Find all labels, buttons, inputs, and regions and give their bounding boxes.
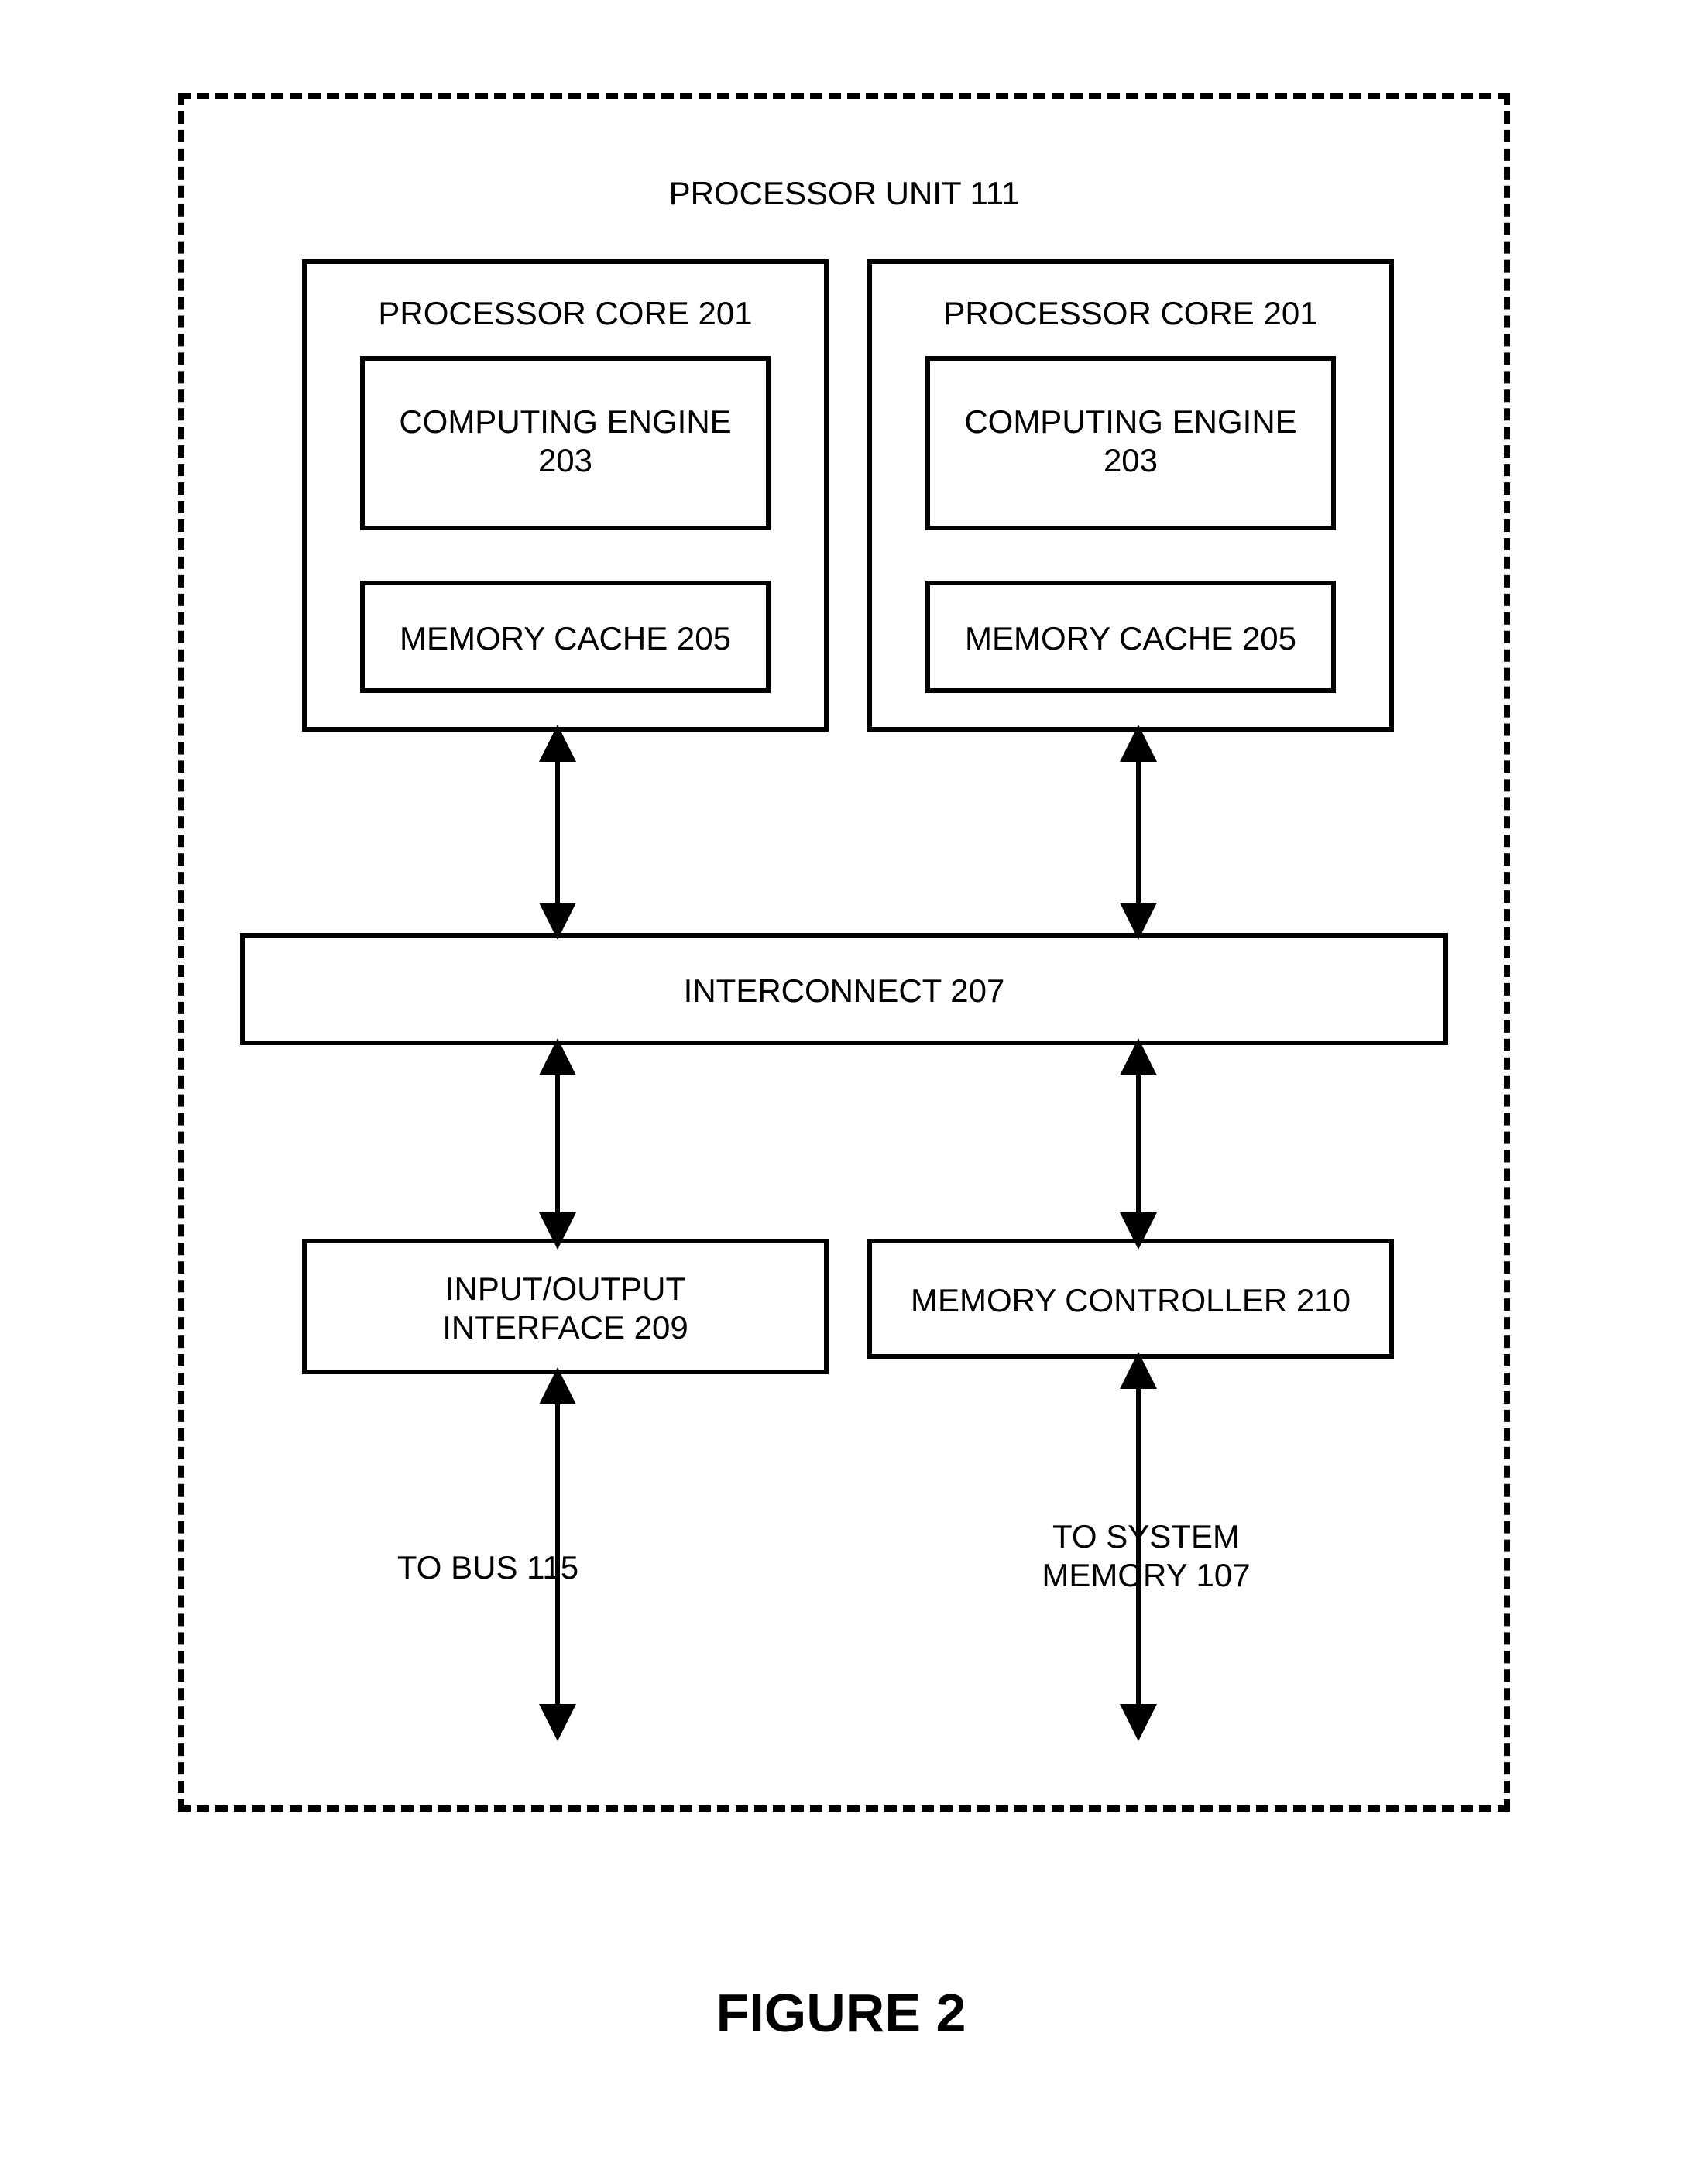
diagram-page: PROCESSOR UNIT 111 PROCESSOR CORE 201 CO…: [0, 0, 1682, 2184]
connectors: [0, 0, 1682, 2184]
figure-caption: FIGURE 2: [0, 1982, 1682, 2044]
